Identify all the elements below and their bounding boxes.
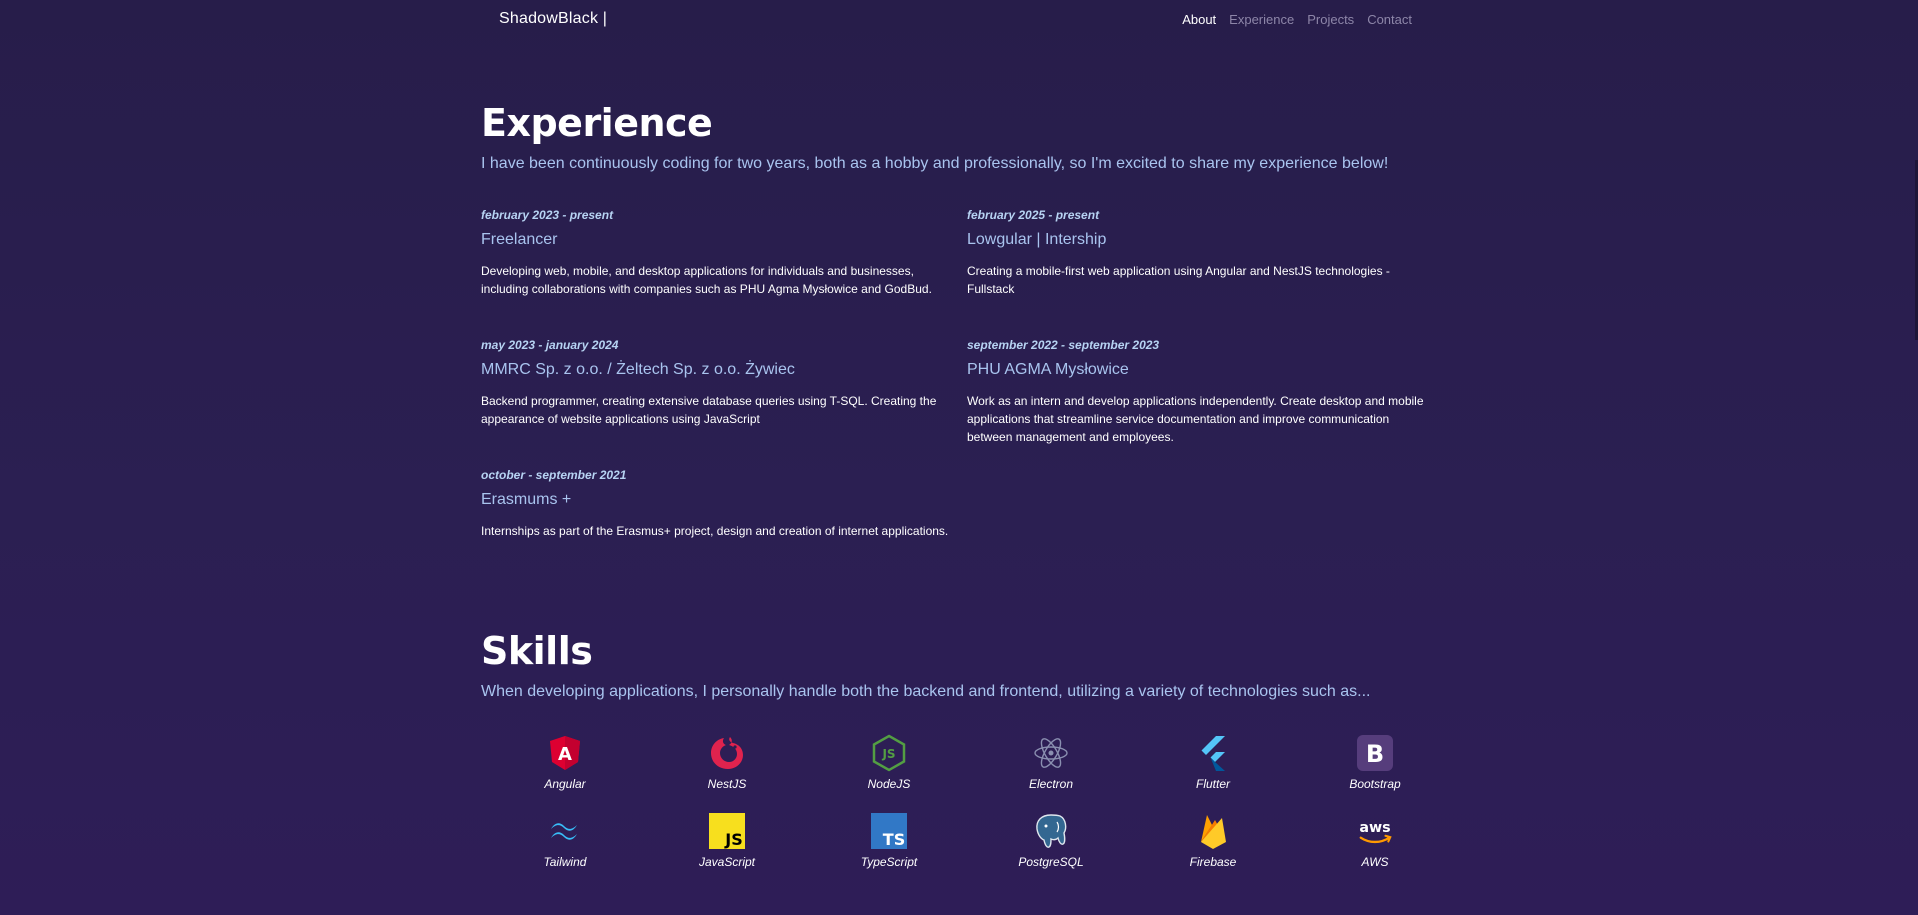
angular-icon: A (545, 733, 585, 773)
skills-title: Skills (481, 629, 593, 673)
skill-label: NodeJS (867, 777, 911, 791)
skill-label: Firebase (1189, 855, 1237, 869)
experience-item: february 2023 - present Freelancer Devel… (481, 208, 951, 338)
nav-link-projects[interactable]: Projects (1307, 12, 1354, 27)
skill-label: NestJS (707, 777, 747, 791)
skill-label: Bootstrap (1349, 777, 1401, 791)
skill-label: TypeScript (860, 855, 918, 869)
experience-role: Lowgular | Intership (967, 231, 1107, 248)
nodejs-icon: JS (869, 733, 909, 773)
nav-menu: About Experience Projects Contact (1182, 12, 1412, 27)
skill-label: PostgreSQL (1018, 855, 1084, 869)
postgresql-icon (1031, 811, 1071, 851)
experience-item: may 2023 - january 2024 MMRC Sp. z o.o. … (481, 338, 951, 468)
experience-lead: I have been continuously coding for two … (481, 155, 1389, 172)
experience-role: Freelancer (481, 231, 558, 248)
top-navbar: ShadowBlack | About Experience Projects … (0, 0, 1918, 40)
skill-nestjs: NestJS (646, 733, 808, 801)
experience-description: Work as an intern and develop applicatio… (967, 394, 1424, 444)
javascript-icon: JS (707, 811, 747, 851)
experience-date: may 2023 - january 2024 (481, 338, 619, 352)
experience-item: october - september 2021 Erasmums + Inte… (481, 468, 951, 598)
bootstrap-icon-letter: B (1366, 740, 1384, 768)
skills-lead: When developing applications, I personal… (481, 683, 1371, 700)
experience-role: MMRC Sp. z o.o. / Żeltech Sp. z o.o. Żyw… (481, 361, 795, 378)
skill-label: JavaScript (698, 855, 756, 869)
skills-grid: A Angular NestJS JS NodeJS Electron Flut… (484, 733, 1456, 879)
experience-date: february 2025 - present (967, 208, 1100, 222)
skill-nodejs: JS NodeJS (808, 733, 970, 801)
flutter-icon (1193, 733, 1233, 773)
nav-link-about[interactable]: About (1182, 12, 1216, 27)
experience-description: Internships as part of the Erasmus+ proj… (481, 524, 949, 538)
nestjs-icon (707, 733, 747, 773)
experience-date: september 2022 - september 2023 (967, 338, 1160, 352)
javascript-icon-text: JS (724, 830, 742, 849)
skill-javascript: JS JavaScript (646, 811, 808, 879)
electron-icon (1031, 733, 1071, 773)
experience-item: september 2022 - september 2023 PHU AGMA… (967, 338, 1437, 468)
skill-tailwind: Tailwind (484, 811, 646, 879)
aws-icon: aws (1355, 811, 1395, 851)
skill-label: Tailwind (543, 855, 587, 869)
skill-electron: Electron (970, 733, 1132, 801)
nodejs-icon-text: JS (881, 747, 895, 761)
experience-role: PHU AGMA Mysłowice (967, 361, 1129, 378)
experience-description: Creating a mobile-first web application … (967, 264, 1390, 296)
experience-role: Erasmums + (481, 491, 572, 508)
tailwind-icon (545, 811, 585, 851)
skill-bootstrap: B Bootstrap (1294, 733, 1456, 801)
skill-postgresql: PostgreSQL (970, 811, 1132, 879)
skill-aws: aws AWS (1294, 811, 1456, 879)
brand-logo[interactable]: ShadowBlack | (499, 10, 607, 28)
skill-flutter: Flutter (1132, 733, 1294, 801)
skill-firebase: Firebase (1132, 811, 1294, 879)
aws-icon-text: aws (1359, 820, 1390, 836)
skill-label: Flutter (1195, 777, 1230, 791)
firebase-icon (1193, 811, 1233, 851)
bootstrap-icon: B (1355, 733, 1395, 773)
experience-item: february 2025 - present Lowgular | Inter… (967, 208, 1437, 338)
experience-date: october - september 2021 (481, 468, 627, 482)
angular-icon-letter: A (558, 744, 572, 765)
experience-column-right: february 2025 - present Lowgular | Inter… (967, 208, 1437, 468)
skill-label: Angular (544, 777, 586, 791)
experience-title: Experience (481, 101, 713, 145)
experience-date: february 2023 - present (481, 208, 614, 222)
nav-link-experience[interactable]: Experience (1229, 12, 1294, 27)
experience-column-left: february 2023 - present Freelancer Devel… (481, 208, 951, 598)
skill-label: AWS (1361, 855, 1389, 869)
skill-typescript: TS TypeScript (808, 811, 970, 879)
experience-description: Backend programmer, creating extensive d… (481, 394, 937, 426)
skill-label: Electron (1028, 777, 1074, 791)
nav-link-contact[interactable]: Contact (1367, 12, 1412, 27)
experience-description: Developing web, mobile, and desktop appl… (481, 264, 932, 296)
typescript-icon-text: TS (883, 830, 905, 849)
typescript-icon: TS (869, 811, 909, 851)
skill-angular: A Angular (484, 733, 646, 801)
